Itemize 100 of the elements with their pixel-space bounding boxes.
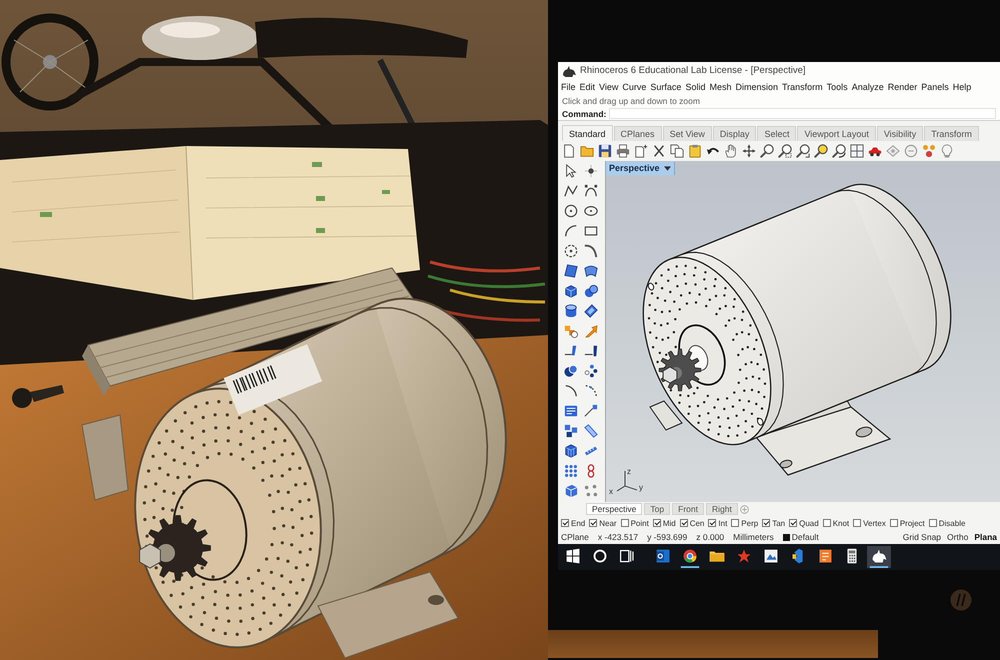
units-label[interactable]: Millimeters [733, 532, 774, 542]
circle-icon[interactable] [564, 204, 578, 218]
menu-item[interactable]: File [561, 82, 576, 92]
toolbar-tab[interactable]: Visibility [876, 126, 924, 141]
menu-item[interactable]: Analyze [852, 82, 884, 92]
zoom-selected-icon[interactable] [814, 144, 828, 158]
move-arrows-icon[interactable] [742, 144, 756, 158]
cylinder-icon[interactable] [564, 304, 578, 318]
toolbar-tab[interactable]: Select [757, 126, 796, 141]
zoom-window-icon[interactable] [778, 144, 792, 158]
plane-surface-icon[interactable] [564, 264, 578, 278]
cplane-label[interactable]: CPlane [561, 532, 589, 542]
overlapping-circles-icon[interactable] [564, 364, 578, 378]
curve-icon[interactable] [584, 244, 598, 258]
arc-icon[interactable] [564, 224, 578, 238]
osnap-checkbox[interactable]: Disable [928, 518, 966, 528]
osnap-checkbox[interactable]: Cen [680, 518, 704, 528]
menu-item[interactable]: Render [888, 82, 918, 92]
osnap-checkbox[interactable]: Perp [731, 518, 758, 528]
menu-item[interactable]: Tools [826, 82, 848, 92]
dimension-line-icon[interactable] [584, 344, 598, 358]
control-point-curve-icon[interactable] [584, 184, 598, 198]
viewport-tab[interactable]: Front [672, 503, 704, 515]
box-icon[interactable] [564, 284, 578, 298]
dot-array-icon[interactable] [584, 364, 598, 378]
osnap-checkbox[interactable]: Knot [822, 518, 850, 528]
rotate-view-icon[interactable] [832, 144, 846, 158]
viewport-tab[interactable]: Top [644, 503, 670, 515]
ruler-icon[interactable] [584, 444, 598, 458]
status-toggle[interactable]: Plana [974, 532, 997, 542]
caret-icon[interactable] [664, 166, 671, 170]
spheres-icon[interactable] [584, 284, 598, 298]
status-toggle[interactable]: Grid Snap [902, 532, 942, 542]
light-bulb-icon[interactable] [940, 144, 954, 158]
osnap-checkbox[interactable]: Project [890, 518, 925, 528]
toolbar-tab[interactable]: Standard [562, 125, 613, 141]
toolbar-tab[interactable]: Set View [662, 126, 712, 141]
osnap-checkbox[interactable]: Tan [762, 518, 786, 528]
toolbar-tab[interactable]: CPlanes [614, 126, 662, 141]
menu-item[interactable]: Transform [782, 82, 823, 92]
arc-curve-icon[interactable] [564, 384, 578, 398]
snap-line-icon[interactable] [584, 404, 598, 418]
osnap-checkbox[interactable]: Vertex [853, 518, 886, 528]
ellipse-icon[interactable] [584, 204, 598, 218]
menu-item[interactable]: Dimension [735, 82, 778, 92]
dashed-circle-icon[interactable] [564, 244, 578, 258]
select-arrow-icon[interactable] [564, 164, 578, 178]
menu-item[interactable]: Solid [685, 82, 706, 92]
toolbar-tab[interactable]: Transform [924, 126, 979, 141]
menu-item[interactable]: Panels [921, 82, 949, 92]
square-grid-icon[interactable] [564, 424, 578, 438]
osnap-checkbox[interactable]: Quad [789, 518, 819, 528]
page-sparkle-icon[interactable] [634, 144, 648, 158]
dimension-icon[interactable] [564, 344, 578, 358]
toolbar-tab[interactable]: Viewport Layout [797, 126, 876, 141]
zoom-extents-icon[interactable] [796, 144, 810, 158]
menu-item[interactable]: Surface [650, 82, 682, 92]
osnap-checkbox[interactable]: Near [589, 518, 617, 528]
new-file-icon[interactable] [562, 144, 576, 158]
mesh-box-icon[interactable] [564, 444, 578, 458]
zoom-icon[interactable] [760, 144, 774, 158]
text-block-icon[interactable] [564, 404, 578, 418]
toolbar-tab[interactable]: Display [712, 126, 756, 141]
four-viewports-icon[interactable] [850, 144, 864, 158]
osnap-checkbox[interactable]: Int [708, 518, 728, 528]
menu-item[interactable]: Mesh [709, 82, 732, 92]
print-icon[interactable] [616, 144, 630, 158]
surface-patch-icon[interactable] [584, 264, 598, 278]
osnap-checkbox[interactable]: End [561, 518, 586, 528]
menu-item[interactable]: View [599, 82, 618, 92]
small-box-icon[interactable] [564, 484, 578, 498]
viewport-title-tab[interactable]: Perspective [606, 162, 675, 174]
small-dots-icon[interactable] [584, 484, 598, 498]
status-toggle[interactable]: Ortho [947, 532, 968, 542]
point-icon[interactable] [584, 164, 598, 178]
paste-icon[interactable] [688, 144, 702, 158]
command-input[interactable] [609, 108, 996, 119]
viewport-tab[interactable]: Perspective [586, 503, 642, 515]
dashed-arc-icon[interactable] [584, 384, 598, 398]
hand-icon[interactable] [724, 144, 738, 158]
open-folder-icon[interactable] [580, 144, 594, 158]
dots-icon[interactable] [922, 144, 936, 158]
rectangle-icon[interactable] [584, 224, 598, 238]
menu-item[interactable]: Curve [622, 82, 646, 92]
polyline-icon[interactable] [564, 184, 578, 198]
dot-grid-icon[interactable] [564, 464, 578, 478]
horned-head-icon[interactable] [867, 546, 891, 568]
arrow-icon[interactable] [584, 324, 598, 338]
osnap-checkbox[interactable]: Mid [652, 518, 676, 528]
menu-item[interactable]: Edit [580, 82, 596, 92]
layer-button[interactable]: Default [782, 532, 819, 542]
viewport-tab[interactable]: Right [706, 503, 738, 515]
cut-icon[interactable] [652, 144, 666, 158]
beam-icon[interactable] [584, 424, 598, 438]
save-icon[interactable] [598, 144, 612, 158]
copy-icon[interactable] [670, 144, 684, 158]
blocks-icon[interactable] [564, 324, 578, 338]
menu-item[interactable]: Help [952, 82, 972, 92]
tilted-surface-icon[interactable] [584, 304, 598, 318]
osnap-checkbox[interactable]: Point [620, 518, 649, 528]
